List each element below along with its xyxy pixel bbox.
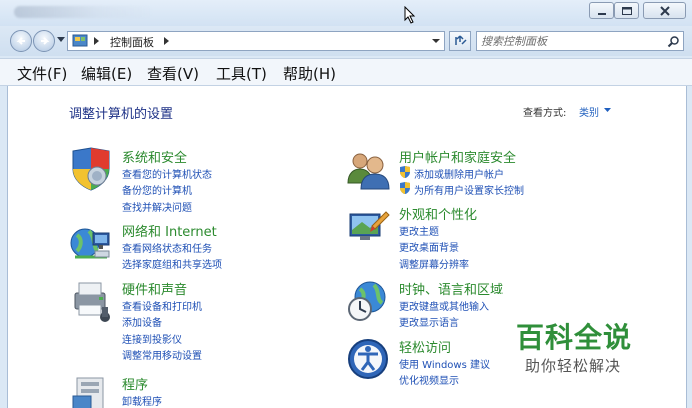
view-by-dropdown[interactable]: 类别 xyxy=(579,104,599,119)
breadcrumb-separator-icon xyxy=(94,37,99,45)
network-internet-icon[interactable] xyxy=(69,221,113,265)
link-optimize-video-display[interactable]: 优化视频显示 xyxy=(399,372,459,387)
link-change-theme[interactable]: 更改主题 xyxy=(399,223,439,238)
category-title-appearance[interactable]: 外观和个性化 xyxy=(399,204,477,223)
control-panel-window: 控制面板 文件(F) 编辑(E) 查看(V) 工具(T) xyxy=(0,0,692,408)
menu-tools[interactable]: 工具(T) xyxy=(216,63,267,84)
link-add-device[interactable]: 添加设备 xyxy=(122,314,162,329)
programs-icon[interactable] xyxy=(69,374,113,408)
category-system-security: 系统和安全 查看您的计算机状态 备份您的计算机 查找并解决问题 xyxy=(69,147,289,214)
category-title-programs[interactable]: 程序 xyxy=(122,374,148,393)
link-windows-suggestions[interactable]: 使用 Windows 建议 xyxy=(399,356,490,371)
recent-pages-dropdown-icon[interactable] xyxy=(57,37,65,43)
category-hardware-sound: 硬件和声音 查看设备和打印机 添加设备 连接到投影仪 调整常用移动设置 xyxy=(69,279,289,362)
close-icon xyxy=(660,6,670,16)
category-programs: 程序 卸载程序 xyxy=(69,374,289,408)
navigation-bar: 控制面板 xyxy=(0,26,692,56)
uac-shield-icon xyxy=(400,182,410,194)
link-adjust-resolution[interactable]: 调整屏幕分辨率 xyxy=(399,256,469,271)
view-by-chevron-down-icon[interactable] xyxy=(604,108,611,112)
link-homegroup-sharing[interactable]: 选择家庭组和共享选项 xyxy=(122,256,222,271)
close-button[interactable] xyxy=(643,2,686,19)
category-title-network-internet[interactable]: 网络和 Internet xyxy=(122,221,217,240)
category-title-hardware-sound[interactable]: 硬件和声音 xyxy=(122,279,187,298)
link-add-remove-accounts[interactable]: 添加或删除用户帐户 xyxy=(414,166,504,181)
maximize-button[interactable] xyxy=(614,2,639,19)
search-icon[interactable] xyxy=(667,35,680,48)
clock-language-region-icon[interactable] xyxy=(346,279,390,323)
category-title-user-accounts[interactable]: 用户帐户和家庭安全 xyxy=(399,147,516,166)
minimize-icon xyxy=(598,13,606,15)
hardware-sound-icon[interactable] xyxy=(69,279,113,323)
link-view-network-status[interactable]: 查看网络状态和任务 xyxy=(122,240,212,255)
search-input[interactable] xyxy=(481,33,661,49)
uac-shield-icon xyxy=(400,166,410,178)
control-panel-icon xyxy=(72,34,88,47)
page-title: 调整计算机的设置 xyxy=(69,107,174,122)
user-accounts-icon[interactable] xyxy=(346,147,390,191)
watermark-subtitle: 助你轻松解决 xyxy=(525,357,622,375)
link-change-display-language[interactable]: 更改显示语言 xyxy=(399,314,459,329)
link-change-desktop-background[interactable]: 更改桌面背景 xyxy=(399,239,459,254)
maximize-icon xyxy=(622,7,632,15)
breadcrumb-control-panel[interactable]: 控制面板 xyxy=(110,34,154,50)
link-adjust-mobility-settings[interactable]: 调整常用移动设置 xyxy=(122,347,202,362)
link-parental-controls[interactable]: 为所有用户设置家长控制 xyxy=(414,182,524,197)
category-title-ease-of-access[interactable]: 轻松访问 xyxy=(399,337,451,356)
control-panel-content: 调整计算机的设置 查看方式: 类别 系统和安全 查看您的计算机状态 备份您的计算… xyxy=(7,86,687,408)
refresh-button[interactable] xyxy=(449,31,471,51)
back-button[interactable] xyxy=(10,30,32,52)
link-find-fix-problems[interactable]: 查找并解决问题 xyxy=(122,199,192,214)
link-backup-computer[interactable]: 备份您的计算机 xyxy=(122,182,192,197)
back-arrow-icon xyxy=(16,37,25,45)
category-user-accounts: 用户帐户和家庭安全 添加或删除用户帐户 为所有用户设置家长控制 xyxy=(346,147,566,197)
system-security-icon[interactable] xyxy=(69,147,113,191)
category-appearance: 外观和个性化 更改主题 更改桌面背景 调整屏幕分辨率 xyxy=(346,204,566,271)
link-uninstall-program[interactable]: 卸载程序 xyxy=(122,393,162,408)
mouse-cursor-icon xyxy=(404,6,416,24)
link-change-keyboard-input[interactable]: 更改键盘或其他输入 xyxy=(399,298,489,313)
forward-button[interactable] xyxy=(33,30,55,52)
menu-bar: 文件(F) 编辑(E) 查看(V) 工具(T) 帮助(H) xyxy=(0,58,692,86)
refresh-icon xyxy=(455,35,467,45)
menu-edit[interactable]: 编辑(E) xyxy=(81,63,132,84)
search-box[interactable] xyxy=(476,31,684,51)
minimize-button[interactable] xyxy=(589,2,614,19)
menu-file[interactable]: 文件(F) xyxy=(17,63,67,84)
blurred-window-title xyxy=(14,6,154,18)
breadcrumb-separator-icon[interactable] xyxy=(164,37,170,45)
link-view-computer-status[interactable]: 查看您的计算机状态 xyxy=(122,166,212,181)
address-dropdown-icon[interactable] xyxy=(428,32,444,50)
menu-help[interactable]: 帮助(H) xyxy=(283,63,336,84)
link-view-devices-printers[interactable]: 查看设备和打印机 xyxy=(122,298,202,313)
category-title-system-security[interactable]: 系统和安全 xyxy=(122,147,187,166)
menu-view[interactable]: 查看(V) xyxy=(147,63,199,84)
category-network-internet: 网络和 Internet 查看网络状态和任务 选择家庭组和共享选项 xyxy=(69,221,289,271)
ease-of-access-icon[interactable] xyxy=(346,337,390,381)
view-by-label: 查看方式: xyxy=(523,108,567,119)
appearance-icon[interactable] xyxy=(346,204,390,248)
category-title-clock-language-region[interactable]: 时钟、语言和区域 xyxy=(399,279,503,298)
forward-arrow-icon xyxy=(41,37,50,45)
watermark-title: 百科全说 xyxy=(516,321,633,354)
address-bar[interactable]: 控制面板 xyxy=(67,31,445,51)
link-connect-projector[interactable]: 连接到投影仪 xyxy=(122,331,182,346)
title-bar[interactable] xyxy=(0,0,692,26)
